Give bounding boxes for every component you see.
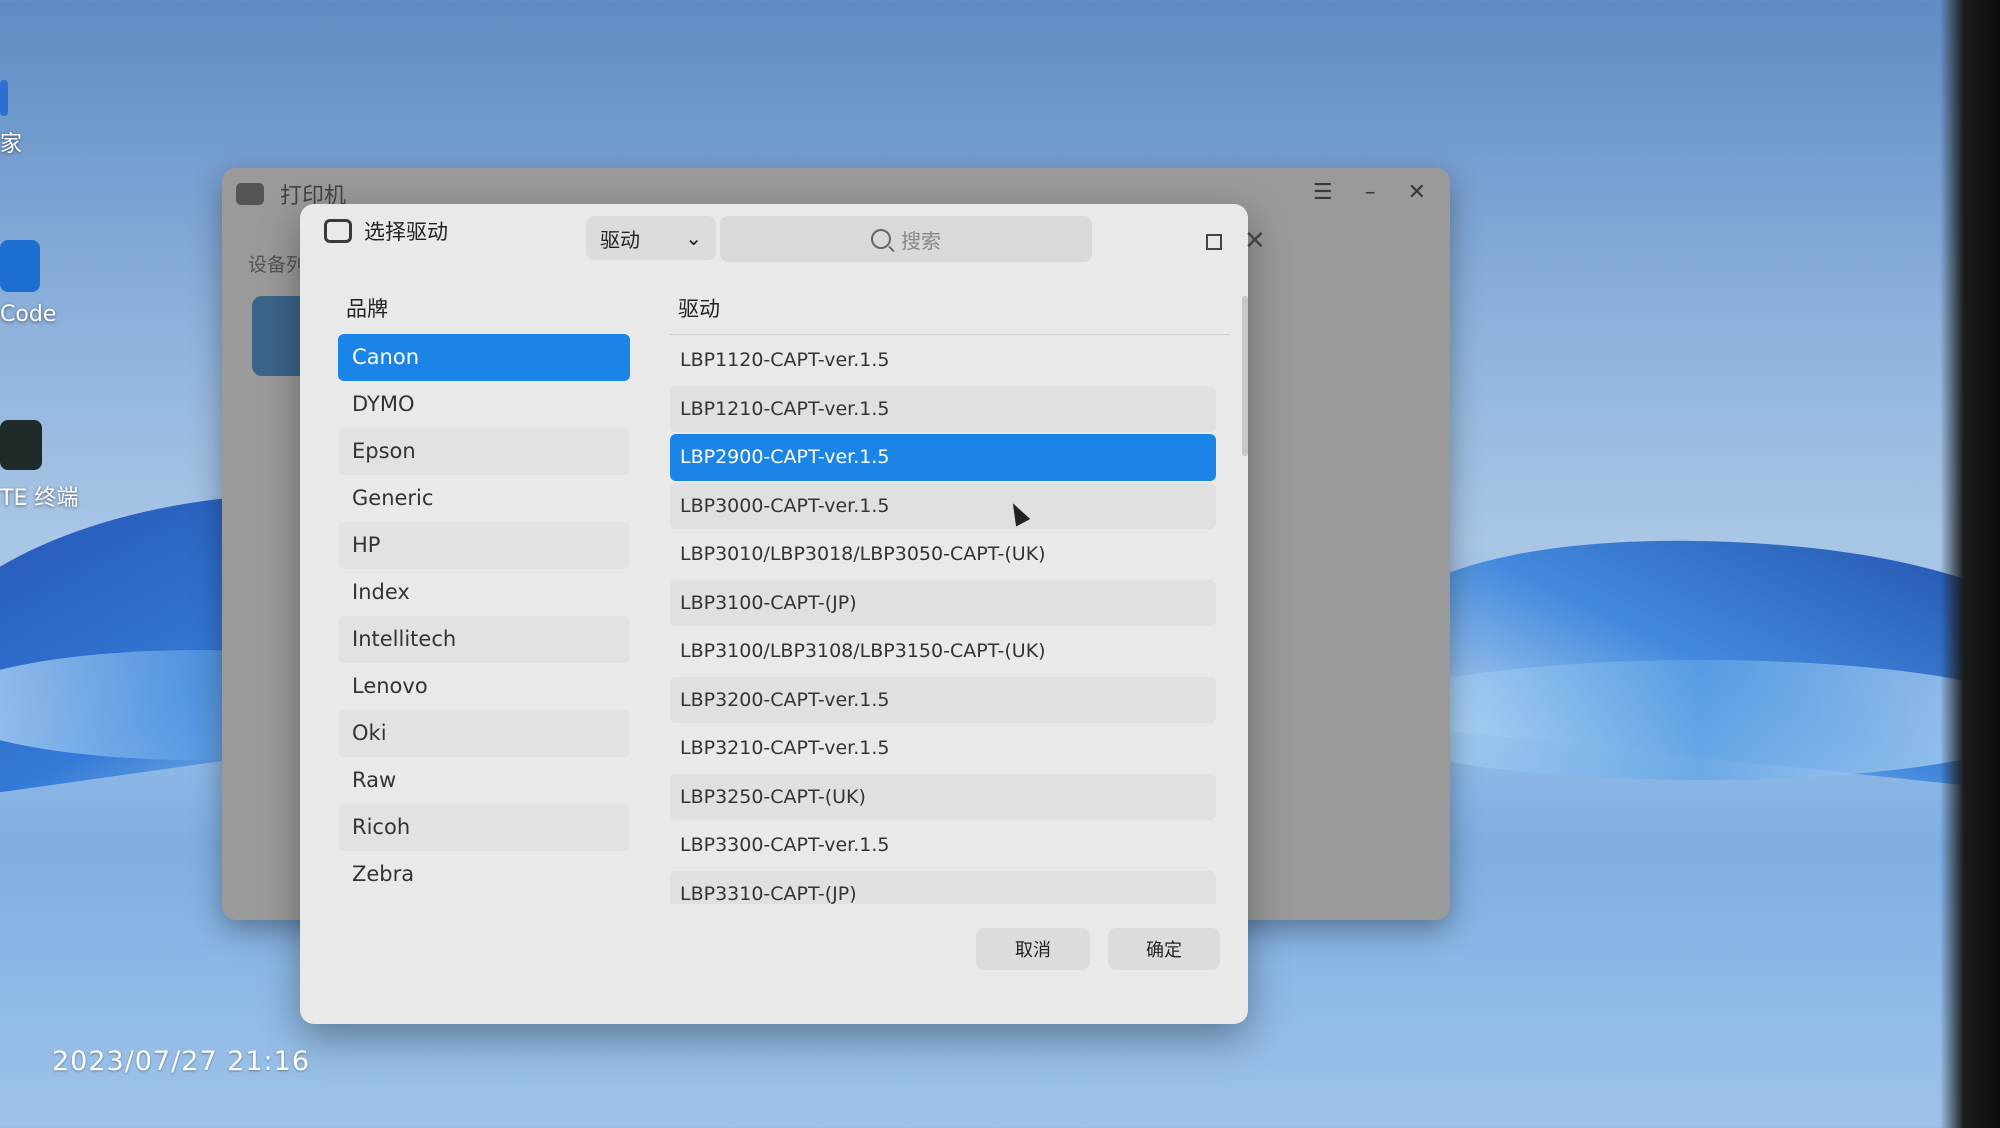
desktop-icon-home[interactable]: 家 — [0, 80, 22, 158]
desktop-icon-terminal[interactable]: TE 终端 — [0, 420, 78, 512]
driver-item[interactable]: LBP2900-CAPT-ver.1.5 — [670, 434, 1216, 481]
driver-list: 驱动 LBP1120-CAPT-ver.1.5 LBP1210-CAPT-ver.… — [670, 284, 1230, 904]
printer-app-icon — [236, 183, 264, 205]
brand-item[interactable]: HP — [338, 522, 630, 569]
ok-button[interactable]: 确定 — [1108, 928, 1220, 970]
mode-select[interactable]: 驱动 ⌄ — [586, 216, 716, 260]
maximize-icon[interactable] — [1206, 234, 1222, 250]
brand-item[interactable]: DYMO — [338, 381, 630, 428]
desktop-icon-label: Code — [0, 302, 57, 327]
brand-list: 品牌 Canon DYMO Epson Generic HP Index Intellite… — [338, 284, 638, 904]
driver-item[interactable]: LBP3100/LBP3108/LBP3150-CAPT-(UK) — [670, 628, 1216, 675]
driver-item[interactable]: LBP3250-CAPT-(UK) — [670, 773, 1216, 820]
select-driver-dialog: 选择驱动 驱动 ⌄ 搜索 ✕ 品牌 Canon DYMO Epson Generic H… — [300, 204, 1266, 1024]
mode-select-value: 驱动 — [600, 227, 640, 252]
driver-list-header: 驱动 — [670, 284, 1230, 335]
driver-item[interactable]: LBP1120-CAPT-ver.1.5 — [670, 337, 1216, 384]
printer-app-icon — [324, 219, 352, 243]
code-editor-icon — [0, 240, 40, 292]
brand-item[interactable]: Generic — [338, 475, 630, 522]
menu-icon[interactable]: ☰ — [1313, 180, 1333, 205]
brand-item[interactable]: Epson — [338, 428, 630, 475]
driver-item[interactable]: LBP3300-CAPT-ver.1.5 — [670, 822, 1216, 869]
home-icon — [0, 80, 8, 116]
brand-item[interactable]: Oki — [338, 710, 630, 757]
cancel-button[interactable]: 取消 — [976, 928, 1090, 970]
driver-list-scrollbar[interactable] — [1242, 296, 1248, 456]
terminal-icon — [0, 420, 42, 470]
dialog-title: 选择驱动 — [364, 220, 448, 244]
desktop-icon-label: TE 终端 — [0, 486, 79, 511]
driver-item[interactable]: LBP3310-CAPT-(JP) — [670, 870, 1216, 904]
close-icon[interactable]: ✕ — [1244, 226, 1266, 256]
search-placeholder: 搜索 — [901, 228, 941, 253]
close-icon[interactable]: ✕ — [1408, 180, 1426, 205]
search-icon — [871, 229, 891, 249]
driver-item[interactable]: LBP3210-CAPT-ver.1.5 — [670, 725, 1216, 772]
dialog-titlebar: 选择驱动 — [324, 216, 448, 246]
desktop-icon-label: 家 — [0, 132, 23, 157]
brand-item[interactable]: Intellitech — [338, 616, 630, 663]
driver-item[interactable]: LBP3010/LBP3018/LBP3050-CAPT-(UK) — [670, 531, 1216, 578]
search-input[interactable]: 搜索 — [720, 216, 1092, 262]
driver-item[interactable]: LBP3000-CAPT-ver.1.5 — [670, 482, 1216, 529]
brand-item[interactable]: Raw — [338, 757, 630, 804]
brand-item[interactable]: Lenovo — [338, 663, 630, 710]
chevron-down-icon: ⌄ — [685, 226, 702, 250]
brand-item[interactable]: Ricoh — [338, 804, 630, 851]
device-list-label: 设备列 — [248, 254, 306, 276]
brand-item[interactable]: Zebra — [338, 851, 630, 898]
driver-item[interactable]: LBP3200-CAPT-ver.1.5 — [670, 676, 1216, 723]
window-controls: ☰ – ✕ — [1313, 180, 1426, 205]
brand-item[interactable]: Index — [338, 569, 630, 616]
driver-item[interactable]: LBP3100-CAPT-(JP) — [670, 579, 1216, 626]
minimize-icon[interactable]: – — [1365, 180, 1376, 205]
monitor-bezel — [1940, 0, 2000, 1128]
photo-timestamp: 2023/07/27 21:16 — [52, 1046, 311, 1077]
brand-item[interactable]: Canon — [338, 334, 630, 381]
desktop-icon-code[interactable]: Code — [0, 240, 56, 327]
driver-item[interactable]: LBP1210-CAPT-ver.1.5 — [670, 385, 1216, 432]
brand-list-header: 品牌 — [346, 297, 388, 321]
